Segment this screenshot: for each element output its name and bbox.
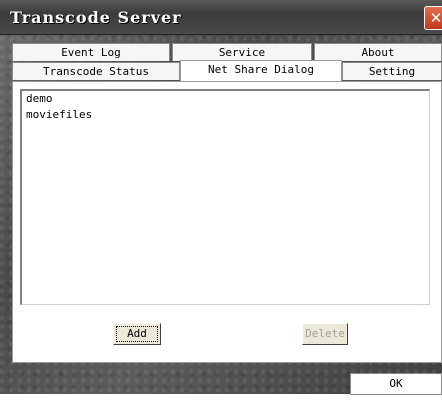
ok-button[interactable]: OK <box>350 373 442 395</box>
tab-event-log[interactable]: Event Log <box>12 43 170 61</box>
tab-about[interactable]: About <box>314 43 442 61</box>
tab-strip: Event Log Service About Transcode Status… <box>12 43 442 81</box>
share-listbox[interactable]: demo moviefiles <box>20 89 430 305</box>
delete-button[interactable]: Delete <box>302 323 348 345</box>
list-item[interactable]: demo <box>22 91 429 107</box>
window-title: Transcode Server <box>10 8 182 27</box>
transcode-server-window: Transcode Server ✕ Event Log Service Abo… <box>0 0 442 395</box>
close-icon: ✕ <box>429 9 442 27</box>
tab-net-share-dialog[interactable]: Net Share Dialog <box>180 60 342 81</box>
tab-transcode-status[interactable]: Transcode Status <box>12 62 180 80</box>
add-button[interactable]: Add <box>113 323 161 345</box>
list-item[interactable]: moviefiles <box>22 107 429 123</box>
tab-setting[interactable]: Setting <box>342 62 442 80</box>
close-button[interactable]: ✕ <box>424 6 442 30</box>
tab-service[interactable]: Service <box>172 43 312 61</box>
title-bar[interactable]: Transcode Server ✕ <box>0 0 442 35</box>
